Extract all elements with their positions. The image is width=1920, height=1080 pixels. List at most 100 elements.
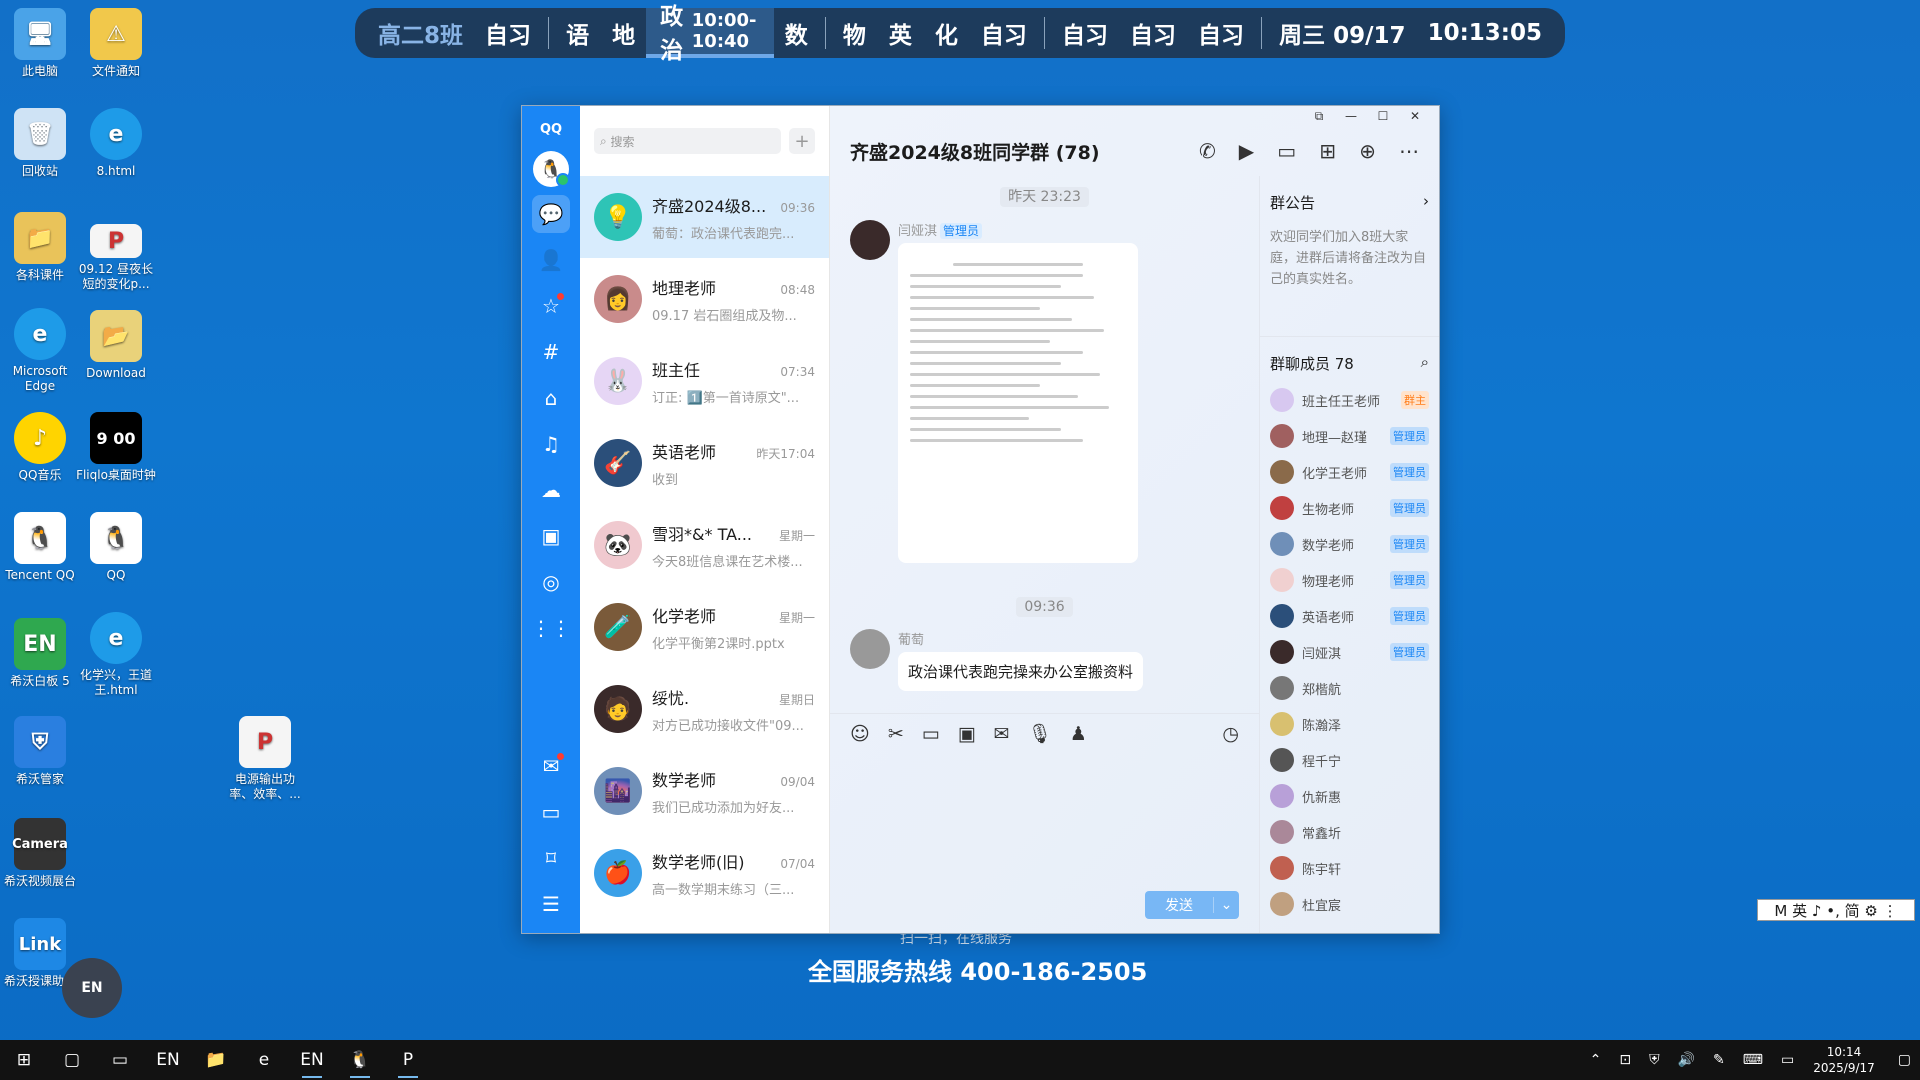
desktop-icon-courseware[interactable]: 📁 各科课件: [0, 212, 80, 283]
send-button[interactable]: 发送 ⌄: [1145, 891, 1239, 919]
video-icon[interactable]: ▶: [1239, 139, 1254, 163]
screen-share-icon[interactable]: ▭: [1277, 139, 1296, 163]
desktop-icon-chem-html[interactable]: e 化学兴，王道王.html: [76, 612, 156, 698]
member-item[interactable]: 数学老师 管理员: [1270, 526, 1429, 562]
desktop-icon-seewo-manager[interactable]: ⛨ 希沃管家: [0, 716, 80, 787]
powerpoint-icon[interactable]: P: [384, 1040, 432, 1080]
desktop-icon-fliqlo[interactable]: 9 00 Fliqlo桌面时钟: [76, 412, 156, 483]
desktop-icon-seewo-board[interactable]: EN 希沃白板 5: [0, 618, 80, 689]
chat-list-item[interactable]: 🍎 数学老师(旧) 07/04 高一数学期末练习（三...: [580, 832, 829, 914]
contacts-icon[interactable]: 👤: [532, 241, 570, 279]
member-item[interactable]: 程千宁: [1270, 742, 1429, 778]
member-item[interactable]: 仇新惠: [1270, 778, 1429, 814]
robot-icon[interactable]: ♟: [1070, 723, 1087, 745]
desktop-icon-edge[interactable]: e Microsoft Edge: [0, 308, 80, 394]
mic-icon[interactable]: 🎙: [1028, 722, 1052, 745]
channel-hash-icon[interactable]: #: [532, 333, 570, 371]
desktop-icon-recycle-bin[interactable]: 🗑 回收站: [0, 108, 80, 179]
desktop-icon-ppt-file[interactable]: P 09.12 昼夜长短的变化p...: [76, 224, 156, 292]
member-item[interactable]: 地理—赵瑾 管理员: [1270, 418, 1429, 454]
member-item[interactable]: 生物老师 管理员: [1270, 490, 1429, 526]
qq-taskbar-icon[interactable]: 🐧: [336, 1040, 384, 1080]
search-icon[interactable]: ⌕: [1421, 353, 1429, 374]
chat-list-item[interactable]: 🧑 绥忧. 星期日 对方已成功接收文件"09...: [580, 668, 829, 750]
start-button[interactable]: ⊞: [0, 1040, 48, 1080]
bookmark-icon[interactable]: ⌑: [532, 839, 570, 877]
member-item[interactable]: 常鑫圻: [1270, 814, 1429, 850]
tablet-icon[interactable]: ▭: [1781, 1052, 1794, 1068]
my-avatar[interactable]: 🐧: [533, 151, 570, 187]
phone-icon[interactable]: ✆: [1199, 139, 1216, 163]
member-item[interactable]: 班主任王老师 群主: [1270, 382, 1429, 418]
message-input[interactable]: 发送 ⌄: [830, 753, 1259, 933]
music-icon[interactable]: ♫: [532, 425, 570, 463]
more-icon[interactable]: ⋯: [1399, 139, 1419, 163]
desktop-icon-download[interactable]: 📂 Download: [76, 310, 156, 381]
volume-icon[interactable]: 🔊: [1678, 1052, 1695, 1068]
close-icon[interactable]: ✕: [1399, 106, 1431, 126]
member-item[interactable]: 闫娅淇 管理员: [1270, 634, 1429, 670]
shield-icon[interactable]: ⛨: [1649, 1052, 1660, 1068]
camera-app-icon[interactable]: ▭: [96, 1040, 144, 1080]
add-button[interactable]: +: [789, 128, 815, 154]
messages-icon[interactable]: 💬: [532, 195, 570, 233]
avatar[interactable]: [850, 220, 890, 260]
member-item[interactable]: 郑楷航: [1270, 670, 1429, 706]
edge-icon[interactable]: e: [240, 1040, 288, 1080]
member-item[interactable]: 英语老师 管理员: [1270, 598, 1429, 634]
star-icon[interactable]: ☆: [532, 287, 570, 325]
member-item[interactable]: 杜宜宸: [1270, 886, 1429, 922]
document-image-message[interactable]: [898, 243, 1138, 563]
desktop-icon-tencent-qq[interactable]: 🐧 Tencent QQ: [0, 512, 80, 583]
avatar[interactable]: [850, 629, 890, 669]
desktop-icon-seewo-camera[interactable]: Camera 希沃视频展台: [0, 818, 80, 889]
emoji-icon[interactable]: ☺: [850, 723, 870, 745]
desktop-icon-file-notice[interactable]: ⚠ 文件通知: [76, 8, 156, 79]
seewo-floating-button[interactable]: EN: [62, 958, 122, 1018]
scissors-icon[interactable]: ✂: [888, 723, 904, 745]
task-view-icon[interactable]: ▢: [48, 1040, 96, 1080]
chat-list-item[interactable]: 👩 地理老师 08:48 09.17 岩石圈组成及物...: [580, 258, 829, 340]
apps-icon[interactable]: ▣: [532, 517, 570, 555]
planet-icon[interactable]: ◎: [532, 563, 570, 601]
seewo-running-icon[interactable]: EN: [288, 1040, 336, 1080]
seewo-board-icon[interactable]: EN: [144, 1040, 192, 1080]
more-apps-grid-icon[interactable]: ⋮⋮: [531, 609, 571, 647]
taskbar-clock[interactable]: 10:14 2025/9/17: [1813, 1044, 1875, 1076]
file-explorer-icon[interactable]: 📁: [192, 1040, 240, 1080]
chat-list-item[interactable]: 🌆 数学老师 09/04 我们已成功添加为好友...: [580, 750, 829, 832]
menu-icon[interactable]: ☰: [532, 885, 570, 923]
desktop-icon-qq-music[interactable]: ♪ QQ音乐: [0, 412, 80, 483]
chat-list-item[interactable]: 🐼 雪羽*&* TA... 星期一 今天8班信息课在艺术楼...: [580, 504, 829, 586]
pen-icon[interactable]: ✎: [1713, 1052, 1725, 1068]
chat-list-item[interactable]: 🧪 化学老师 星期一 化学平衡第2课时.pptx: [580, 586, 829, 668]
desktop-icon-8-html[interactable]: e 8.html: [76, 108, 156, 179]
history-clock-icon[interactable]: ◷: [1222, 723, 1239, 745]
keyboard-icon[interactable]: ⌨: [1743, 1052, 1763, 1068]
chevron-down-icon[interactable]: ⌄: [1213, 897, 1239, 913]
apps-icon[interactable]: ⊞: [1319, 139, 1336, 163]
member-item[interactable]: 物理老师 管理员: [1270, 562, 1429, 598]
mail-icon[interactable]: ✉: [532, 747, 570, 785]
game-icon[interactable]: ⌂: [532, 379, 570, 417]
minimize-icon[interactable]: —: [1335, 106, 1367, 126]
folder-icon[interactable]: ▭: [922, 723, 940, 745]
pin-window-icon[interactable]: ⧉: [1303, 106, 1335, 126]
chat-list-item[interactable]: 🐰 班主任 07:34 订正: 1️⃣第一首诗原文"...: [580, 340, 829, 422]
ime-toolbar[interactable]: M 英 ♪ •, 简 ⚙ ⋮: [1757, 899, 1915, 921]
member-item[interactable]: 陈瀚泽: [1270, 706, 1429, 742]
desktop-icon-this-pc[interactable]: 🖥 此电脑: [0, 8, 80, 79]
red-packet-icon[interactable]: ✉: [994, 723, 1010, 745]
search-input[interactable]: ⌕ 搜索: [594, 128, 781, 154]
add-member-icon[interactable]: ⊕: [1359, 139, 1376, 163]
network-icon[interactable]: ⊡: [1619, 1052, 1631, 1068]
notice-header[interactable]: 群公告 ›: [1270, 192, 1429, 213]
chat-list-item[interactable]: 💡 齐盛2024级8... 09:36 葡萄：政治课代表跑完...: [580, 176, 829, 258]
chevron-up-icon[interactable]: ⌃: [1590, 1052, 1602, 1068]
weather-icon[interactable]: ☁: [532, 471, 570, 509]
notification-icon[interactable]: ▢: [1898, 1052, 1911, 1068]
desktop-icon-power-ppt[interactable]: P 电源输出功率、效率、...: [225, 716, 305, 802]
desktop-icon-qq[interactable]: 🐧 QQ: [76, 512, 156, 583]
maximize-icon[interactable]: ☐: [1367, 106, 1399, 126]
image-icon[interactable]: ▣: [958, 723, 976, 745]
